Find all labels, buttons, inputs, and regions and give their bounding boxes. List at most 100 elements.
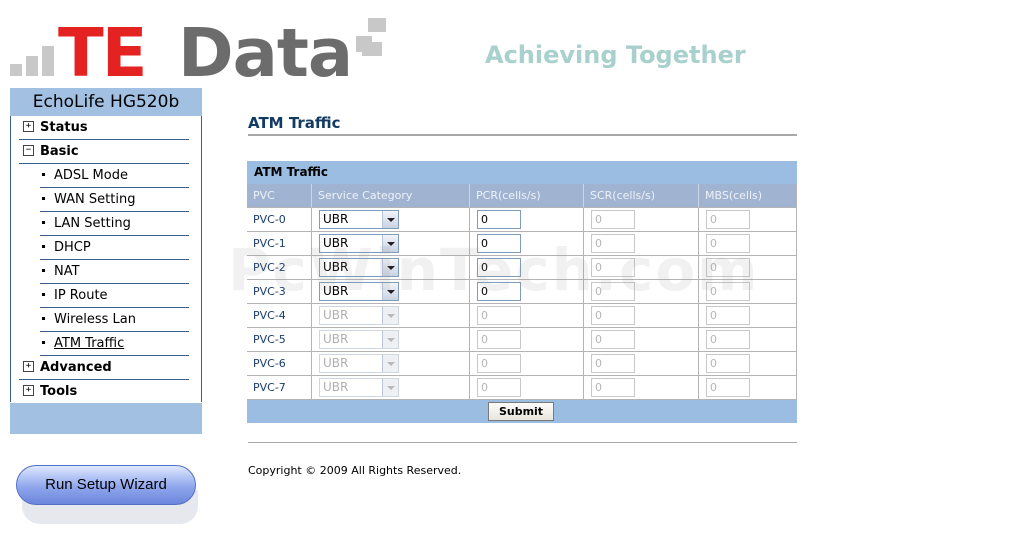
atm-traffic-table: ATM Traffic PVC Service Category PCR(cel… bbox=[247, 161, 797, 423]
scr-input: 0 bbox=[591, 378, 635, 397]
chevron-down-icon bbox=[382, 307, 398, 324]
pcr-input[interactable]: 0 bbox=[477, 234, 521, 253]
table-header-row: PVC Service Category PCR(cells/s) SCR(ce… bbox=[247, 184, 797, 208]
table-row: PVC-6 UBR 0 0 0 bbox=[247, 352, 797, 376]
mbs-input: 0 bbox=[706, 354, 750, 373]
bullet-icon bbox=[42, 269, 45, 272]
mbs-input: 0 bbox=[706, 234, 750, 253]
run-setup-wizard-button[interactable]: Run Setup Wizard bbox=[16, 465, 196, 505]
scr-input: 0 bbox=[591, 210, 635, 229]
chevron-down-icon bbox=[382, 379, 398, 396]
pcr-input: 0 bbox=[477, 306, 521, 325]
pcr-input[interactable]: 0 bbox=[477, 210, 521, 229]
sidebar-item-wan-setting[interactable]: WAN Setting bbox=[40, 188, 189, 212]
pcr-input[interactable]: 0 bbox=[477, 282, 521, 301]
table-row: PVC-1 UBR 0 0 0 bbox=[247, 232, 797, 256]
bullet-icon bbox=[42, 293, 45, 296]
pvc-label: PVC-7 bbox=[247, 376, 311, 400]
bullet-icon bbox=[42, 173, 45, 176]
table-row: PVC-4 UBR 0 0 0 bbox=[247, 304, 797, 328]
column-header-service-category: Service Category bbox=[311, 184, 469, 208]
service-category-select: UBR bbox=[319, 306, 399, 325]
sidebar-item-dhcp[interactable]: DHCP bbox=[40, 236, 189, 260]
service-category-select[interactable]: UBR bbox=[319, 234, 399, 253]
pvc-label: PVC-5 bbox=[247, 328, 311, 352]
mbs-input: 0 bbox=[706, 378, 750, 397]
title-divider bbox=[248, 134, 797, 136]
scr-input: 0 bbox=[591, 258, 635, 277]
sidebar-item-status[interactable]: + Status bbox=[19, 116, 189, 140]
pvc-label: PVC-6 bbox=[247, 352, 311, 376]
slogan: Achieving Together bbox=[485, 41, 746, 69]
pcr-input: 0 bbox=[477, 354, 521, 373]
sidebar-item-advanced[interactable]: + Advanced bbox=[19, 356, 189, 380]
column-header-mbs: MBS(cells) bbox=[698, 184, 797, 208]
footer-divider bbox=[248, 442, 797, 443]
logo-square bbox=[362, 42, 382, 56]
chevron-down-icon[interactable] bbox=[382, 283, 398, 300]
table-title: ATM Traffic bbox=[247, 161, 797, 184]
bullet-icon bbox=[42, 245, 45, 248]
column-header-pvc: PVC bbox=[247, 184, 311, 208]
bullet-icon bbox=[42, 317, 45, 320]
chevron-down-icon[interactable] bbox=[382, 211, 398, 228]
table-row: PVC-2 UBR 0 0 0 bbox=[247, 256, 797, 280]
pcr-input[interactable]: 0 bbox=[477, 258, 521, 277]
logo-square bbox=[42, 46, 54, 76]
scr-input: 0 bbox=[591, 306, 635, 325]
table-row: PVC-0 UBR 0 0 0 bbox=[247, 208, 797, 232]
mbs-input: 0 bbox=[706, 306, 750, 325]
copyright-text: Copyright © 2009 All Rights Reserved. bbox=[248, 464, 462, 477]
pvc-label: PVC-0 bbox=[247, 208, 311, 232]
chevron-down-icon bbox=[382, 355, 398, 372]
chevron-down-icon[interactable] bbox=[382, 235, 398, 252]
sidebar-item-tools[interactable]: + Tools bbox=[19, 380, 189, 404]
chevron-down-icon[interactable] bbox=[382, 259, 398, 276]
service-category-select[interactable]: UBR bbox=[319, 210, 399, 229]
logo-square bbox=[368, 18, 386, 32]
pvc-label: PVC-4 bbox=[247, 304, 311, 328]
pcr-input: 0 bbox=[477, 378, 521, 397]
collapse-icon[interactable]: − bbox=[23, 145, 34, 156]
pvc-label: PVC-1 bbox=[247, 232, 311, 256]
service-category-select: UBR bbox=[319, 330, 399, 349]
logo-square bbox=[26, 56, 38, 76]
table-row: PVC-7 UBR 0 0 0 bbox=[247, 376, 797, 400]
device-model-title: EchoLife HG520b bbox=[10, 88, 202, 116]
sidebar-item-wireless-lan[interactable]: Wireless Lan bbox=[40, 308, 189, 332]
sidebar-footer bbox=[10, 403, 202, 434]
bullet-icon bbox=[42, 341, 45, 344]
service-category-select: UBR bbox=[319, 378, 399, 397]
scr-input: 0 bbox=[591, 282, 635, 301]
logo-te: TE bbox=[58, 14, 147, 92]
sidebar-item-adsl-mode[interactable]: ADSL Mode bbox=[40, 164, 189, 188]
pcr-input: 0 bbox=[477, 330, 521, 349]
bullet-icon bbox=[42, 221, 45, 224]
sidebar-item-basic[interactable]: − Basic bbox=[19, 140, 189, 164]
table-row: PVC-3 UBR 0 0 0 bbox=[247, 280, 797, 304]
scr-input: 0 bbox=[591, 330, 635, 349]
bullet-icon bbox=[42, 197, 45, 200]
logo-data: Data bbox=[178, 14, 353, 92]
service-category-select: UBR bbox=[319, 354, 399, 373]
pvc-label: PVC-2 bbox=[247, 256, 311, 280]
service-category-select[interactable]: UBR bbox=[319, 258, 399, 277]
sidebar-nav: + Status − Basic ADSL Mode WAN Setting LAN… bbox=[10, 116, 202, 404]
mbs-input: 0 bbox=[706, 210, 750, 229]
scr-input: 0 bbox=[591, 354, 635, 373]
submit-button[interactable]: Submit bbox=[488, 402, 554, 421]
table-row: PVC-5 UBR 0 0 0 bbox=[247, 328, 797, 352]
sidebar-item-ip-route[interactable]: IP Route bbox=[40, 284, 189, 308]
expand-icon[interactable]: + bbox=[23, 121, 34, 132]
sidebar-item-lan-setting[interactable]: LAN Setting bbox=[40, 212, 189, 236]
chevron-down-icon bbox=[382, 331, 398, 348]
expand-icon[interactable]: + bbox=[23, 385, 34, 396]
sidebar-item-nat[interactable]: NAT bbox=[40, 260, 189, 284]
expand-icon[interactable]: + bbox=[23, 361, 34, 372]
sidebar-item-atm-traffic[interactable]: ATM Traffic bbox=[40, 332, 189, 356]
mbs-input: 0 bbox=[706, 330, 750, 349]
page-title: ATM Traffic bbox=[248, 114, 341, 132]
service-category-select[interactable]: UBR bbox=[319, 282, 399, 301]
logo-square bbox=[10, 64, 22, 76]
scr-input: 0 bbox=[591, 234, 635, 253]
